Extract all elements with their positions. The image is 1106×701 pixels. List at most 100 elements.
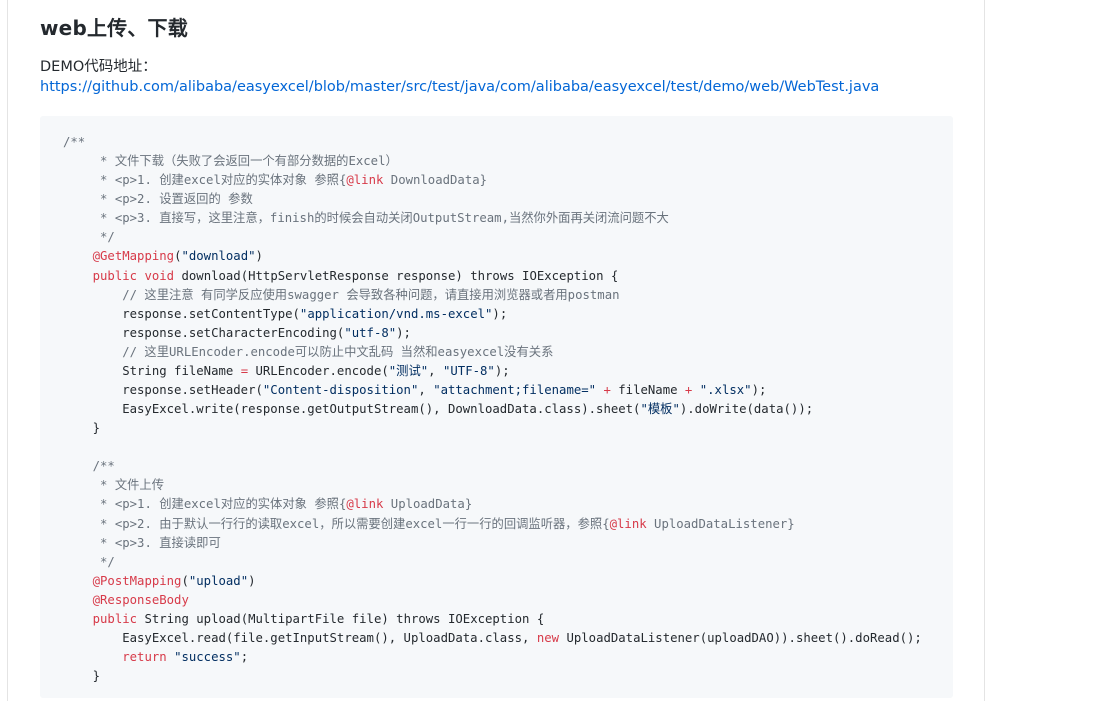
code-token: */ xyxy=(63,230,115,245)
code-token: "Content-disposition" xyxy=(262,383,419,398)
code-line: } xyxy=(63,667,922,686)
code-token: @link xyxy=(346,173,384,188)
demo-label: DEMO代码地址： xyxy=(40,59,157,75)
code-token: 2. 设置返回的 参数 xyxy=(137,192,253,207)
code-token: ( xyxy=(181,573,189,588)
code-token: <p> xyxy=(114,211,138,226)
code-content: /** * 文件下载（失败了会返回一个有部分数据的Excel） * <p>1. … xyxy=(63,133,922,686)
code-line: String fileName = URLEncoder.encode("测试"… xyxy=(63,362,922,381)
code-line: * 文件下载（失败了会返回一个有部分数据的Excel） xyxy=(63,152,922,171)
code-token: ); xyxy=(396,325,411,340)
code-token: response.setHeader( xyxy=(63,383,263,398)
code-token: = xyxy=(240,363,249,378)
code-token: */ xyxy=(63,554,115,569)
code-token: ); xyxy=(494,363,510,378)
code-token: @PostMapping xyxy=(92,573,182,588)
code-token: void xyxy=(144,268,175,283)
code-token: "upload" xyxy=(188,573,249,588)
code-token: URLEncoder.encode( xyxy=(248,363,389,378)
code-token: "download" xyxy=(181,249,256,264)
code-line: } xyxy=(63,419,922,438)
code-line: * <p>3. 直接读即可 xyxy=(63,534,922,553)
code-token: + xyxy=(603,383,611,398)
code-token: * xyxy=(63,535,115,550)
code-token: "success" xyxy=(174,650,241,665)
code-line: @GetMapping("download") xyxy=(63,247,922,266)
code-line: * 文件上传 xyxy=(63,476,922,495)
code-token: String fileName xyxy=(63,363,241,378)
code-token: * xyxy=(63,173,115,188)
code-line: public void download(HttpServletResponse… xyxy=(63,267,922,286)
code-line: response.setCharacterEncoding("utf-8"); xyxy=(63,324,922,343)
demo-source-link[interactable]: https://github.com/alibaba/easyexcel/blo… xyxy=(40,79,879,95)
code-token: "application/vnd.ms-excel" xyxy=(299,306,493,321)
code-token: response.setCharacterEncoding( xyxy=(63,325,345,340)
code-token: "attachment;filename=" xyxy=(433,383,597,398)
code-token: DownloadData} xyxy=(383,173,488,188)
code-token: fileName xyxy=(610,383,685,398)
code-line: @PostMapping("upload") xyxy=(63,572,922,591)
code-token: } xyxy=(63,421,101,436)
code-token: * xyxy=(63,516,115,531)
code-token: ) xyxy=(255,249,263,264)
code-line: EasyExcel.read(file.getInputStream(), Up… xyxy=(63,629,922,648)
code-line: response.setContentType("application/vnd… xyxy=(63,305,922,324)
code-line: // 这里URLEncoder.encode可以防止中文乱码 当然和easyex… xyxy=(63,343,922,362)
code-line: @ResponseBody xyxy=(63,591,922,610)
code-token: ); xyxy=(492,306,508,321)
code-token: <p> xyxy=(114,516,138,531)
code-token: @link xyxy=(346,497,384,512)
code-line: /** xyxy=(63,457,922,476)
code-token: return xyxy=(122,650,167,665)
code-token: 2. 由于默认一行行的读取excel，所以需要创建excel一行一行的回调监听器… xyxy=(137,516,610,531)
code-token: UploadDataListener(uploadDAO)).sheet().d… xyxy=(559,631,922,646)
code-token: 3. 直接写，这里注意，finish的时候会自动关闭OutputStream,当… xyxy=(137,211,669,226)
code-line: * <p>2. 设置返回的 参数 xyxy=(63,190,922,209)
code-token: UploadData} xyxy=(383,497,473,512)
code-token: 3. 直接读即可 xyxy=(137,535,221,550)
code-line: * <p>1. 创建excel对应的实体对象 参照{@link UploadDa… xyxy=(63,495,922,514)
code-token: * 文件下载（失败了会返回一个有部分数据的Excel） xyxy=(63,154,398,169)
code-line: */ xyxy=(63,228,922,247)
code-line: * <p>2. 由于默认一行行的读取excel，所以需要创建excel一行一行的… xyxy=(63,515,922,534)
code-line: */ xyxy=(63,553,922,572)
code-token: ) xyxy=(248,573,256,588)
code-token: <p> xyxy=(114,192,138,207)
code-token: ".xlsx" xyxy=(699,383,752,398)
code-token: <p> xyxy=(114,535,138,550)
code-token: } xyxy=(63,669,101,684)
code-line: // 这里注意 有同学反应使用swagger 会导致各种问题，请直接用浏览器或者… xyxy=(63,286,922,305)
code-token: /** xyxy=(63,135,86,149)
code-token: public xyxy=(92,611,138,626)
code-token: ).doWrite(data()); xyxy=(679,402,814,417)
code-token: @ResponseBody xyxy=(92,592,189,607)
code-line: EasyExcel.write(response.getOutputStream… xyxy=(63,400,922,419)
code-line: * <p>3. 直接写，这里注意，finish的时候会自动关闭OutputStr… xyxy=(63,209,922,228)
code-token: 1. 创建excel对应的实体对象 参照{ xyxy=(137,497,347,512)
code-token: * 文件上传 xyxy=(63,478,165,493)
code-token: , xyxy=(418,383,434,398)
code-token: download(HttpServletResponse response) t… xyxy=(174,268,619,283)
code-token: * xyxy=(63,497,115,512)
code-token: "测试" xyxy=(388,363,429,378)
code-token: ); xyxy=(751,383,767,398)
code-token: 1. 创建excel对应的实体对象 参照{ xyxy=(137,173,347,188)
code-line: public String upload(MultipartFile file)… xyxy=(63,610,922,629)
code-token: String upload(MultipartFile file) throws… xyxy=(137,611,545,626)
article-container: web上传、下载 DEMO代码地址： https://github.com/al… xyxy=(7,0,985,701)
code-line: * <p>1. 创建excel对应的实体对象 参照{@link Download… xyxy=(63,171,922,190)
code-line: response.setHeader("Content-disposition"… xyxy=(63,381,922,400)
code-token: , xyxy=(428,363,443,378)
code-token: // 这里URLEncoder.encode可以防止中文乱码 当然和easyex… xyxy=(63,344,554,359)
code-token: @GetMapping xyxy=(92,249,175,264)
code-token: * xyxy=(63,211,115,226)
code-token: EasyExcel.read(file.getInputStream(), Up… xyxy=(63,631,537,646)
code-block: /** * 文件下载（失败了会返回一个有部分数据的Excel） * <p>1. … xyxy=(40,116,953,698)
